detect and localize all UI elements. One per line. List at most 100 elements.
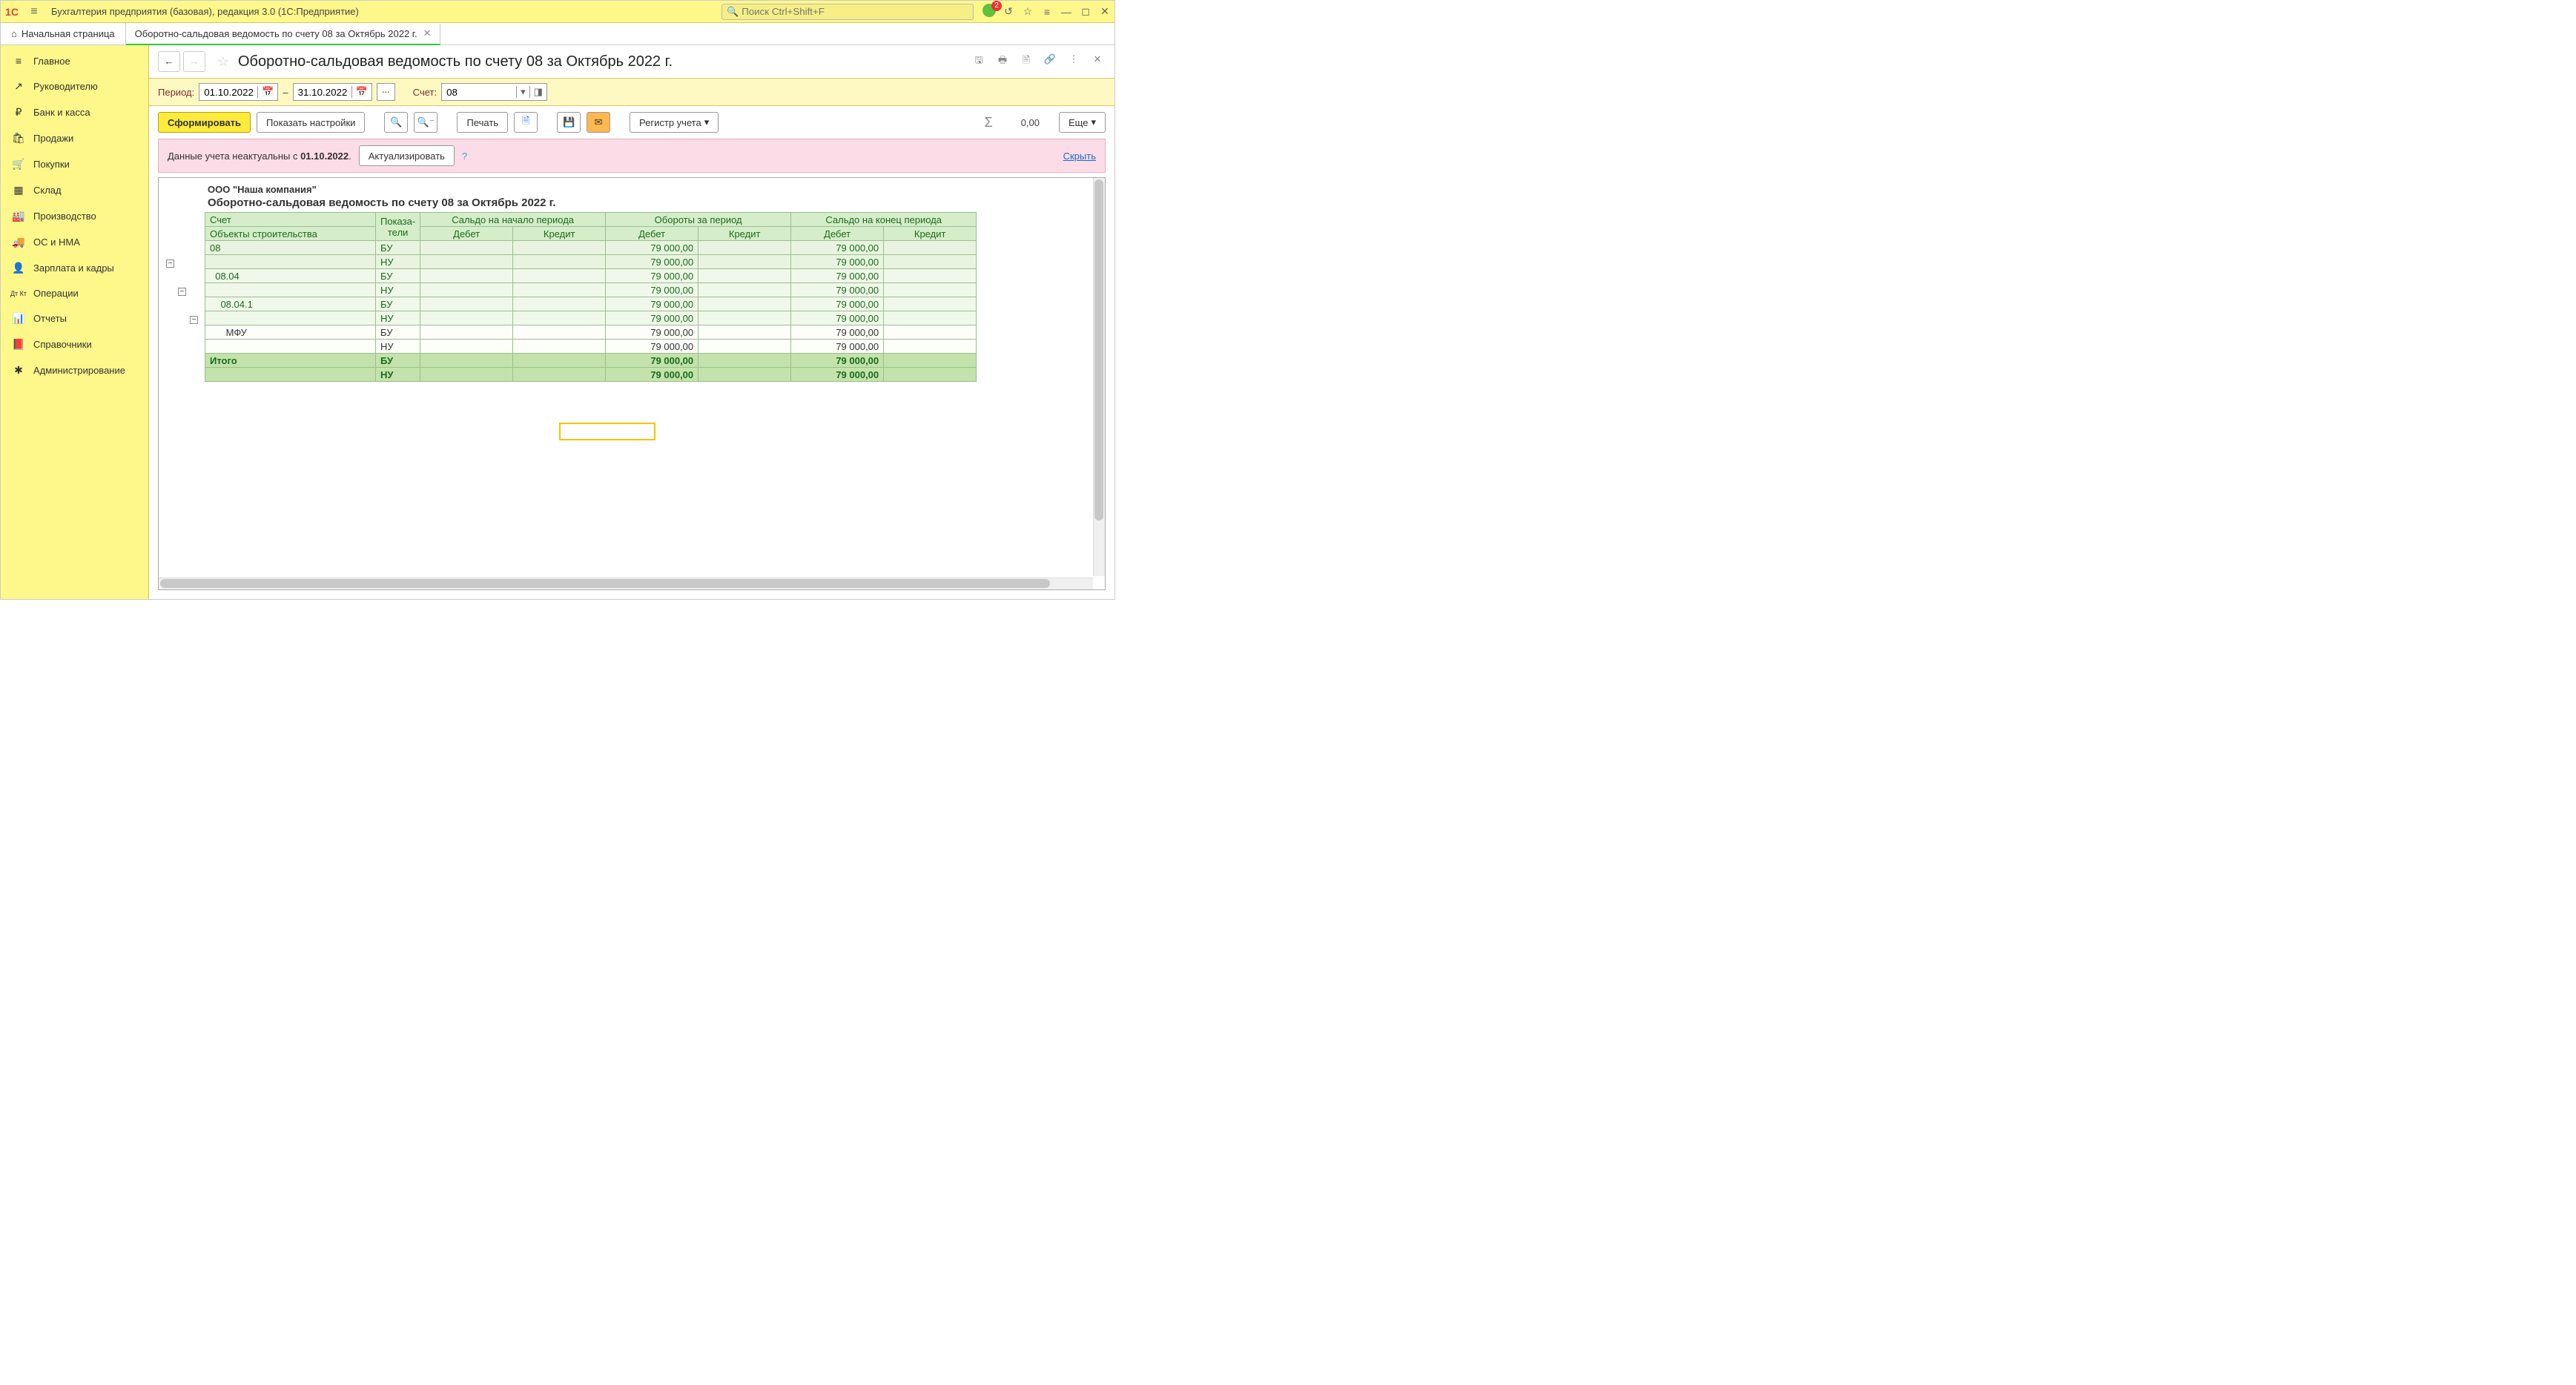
table-row[interactable]: НУ79 000,0079 000,00 — [205, 368, 977, 382]
cell[interactable]: 79 000,00 — [606, 269, 699, 283]
cell[interactable]: 79 000,00 — [791, 325, 884, 340]
cell[interactable] — [513, 354, 606, 368]
cell[interactable]: 79 000,00 — [791, 255, 884, 269]
cell[interactable] — [420, 354, 513, 368]
sidebar-item-6[interactable]: 🏭Производство — [1, 203, 148, 229]
nav-back-button[interactable]: ← — [158, 51, 180, 72]
favorite-icon[interactable]: ☆ — [1018, 5, 1037, 18]
cell[interactable] — [699, 311, 791, 325]
cell[interactable] — [513, 255, 606, 269]
help-icon[interactable]: ? — [462, 151, 467, 162]
calendar-from-icon[interactable]: 📅 — [257, 86, 277, 98]
table-row[interactable]: НУ79 000,0079 000,00 — [205, 283, 977, 297]
cell[interactable]: 79 000,00 — [606, 255, 699, 269]
cell[interactable] — [699, 368, 791, 382]
cell[interactable] — [420, 269, 513, 283]
global-search[interactable]: 🔍 — [721, 4, 974, 20]
sidebar-item-4[interactable]: 🛒Покупки — [1, 151, 148, 177]
cell[interactable]: 08.04.1 — [205, 297, 376, 311]
table-row[interactable]: 08БУ79 000,0079 000,00 — [205, 241, 977, 255]
cell[interactable]: БУ — [376, 269, 420, 283]
cell[interactable] — [699, 255, 791, 269]
cell[interactable]: 79 000,00 — [606, 283, 699, 297]
cell[interactable] — [699, 283, 791, 297]
menu-lines-icon[interactable]: ≡ — [1037, 6, 1057, 18]
cell[interactable]: 79 000,00 — [606, 354, 699, 368]
cell[interactable] — [420, 255, 513, 269]
cell[interactable]: 79 000,00 — [791, 340, 884, 354]
account-dropdown-icon[interactable]: ▾ — [516, 86, 529, 98]
cell[interactable] — [699, 241, 791, 255]
cell[interactable]: 79 000,00 — [606, 297, 699, 311]
table-row[interactable]: МФУБУ 79 000,00 79 000,00 — [205, 325, 977, 340]
main-menu-icon[interactable]: ≡ — [23, 5, 45, 19]
cell[interactable]: 79 000,00 — [606, 368, 699, 382]
cell[interactable] — [884, 354, 977, 368]
date-from-field[interactable] — [199, 87, 257, 98]
cell[interactable] — [513, 297, 606, 311]
cell[interactable] — [884, 325, 977, 340]
tree-toggle-1[interactable]: − — [166, 260, 174, 268]
sidebar-item-7[interactable]: 🚚ОС и НМА — [1, 229, 148, 255]
sidebar-item-3[interactable]: 🛍Продажи — [1, 125, 148, 151]
cell[interactable]: НУ — [376, 340, 420, 354]
notifications-button[interactable]: 2 — [980, 4, 999, 19]
cell[interactable] — [513, 325, 606, 340]
report-viewport[interactable]: − − − ООО "Наша компания" Оборотно-сальд… — [158, 177, 1106, 590]
cell[interactable]: 79 000,00 — [606, 325, 699, 340]
tree-toggle-3[interactable]: − — [190, 316, 198, 324]
print-preview-icon[interactable]: 🗎 — [514, 112, 538, 133]
print-header-icon[interactable]: 🖶 — [994, 53, 1011, 70]
cell[interactable] — [420, 368, 513, 382]
account-open-icon[interactable]: ◨ — [529, 86, 546, 98]
cell[interactable]: 79 000,00 — [791, 241, 884, 255]
date-to-input[interactable]: 📅 — [293, 83, 372, 101]
cell[interactable]: 79 000,00 — [791, 311, 884, 325]
search-input[interactable] — [742, 6, 968, 17]
cell[interactable] — [699, 340, 791, 354]
cell[interactable]: БУ — [376, 297, 420, 311]
email-icon[interactable]: ✉ — [587, 112, 610, 133]
cell[interactable] — [513, 241, 606, 255]
cell[interactable] — [420, 325, 513, 340]
cell[interactable]: 79 000,00 — [791, 354, 884, 368]
horizontal-scroll-thumb[interactable] — [160, 579, 1050, 588]
cell[interactable] — [884, 368, 977, 382]
table-row[interactable]: 08.04.1БУ79 000,0079 000,00 — [205, 297, 977, 311]
form-button[interactable]: Сформировать — [158, 112, 251, 133]
save-disk-icon[interactable]: 💾 — [557, 112, 581, 133]
cell[interactable] — [205, 283, 376, 297]
zoom-reset-icon[interactable]: 🔍⁻ — [414, 112, 437, 133]
cell[interactable] — [205, 255, 376, 269]
cell[interactable]: 79 000,00 — [606, 311, 699, 325]
cell[interactable] — [699, 297, 791, 311]
sidebar-item-0[interactable]: ≡Главное — [1, 48, 148, 73]
actualize-button[interactable]: Актуализировать — [359, 145, 455, 166]
cell[interactable]: БУ — [376, 325, 420, 340]
period-picker-button[interactable]: ... — [377, 83, 395, 101]
cell[interactable] — [884, 255, 977, 269]
table-row[interactable]: 08.04БУ79 000,0079 000,00 — [205, 269, 977, 283]
cell[interactable] — [420, 241, 513, 255]
cell[interactable] — [420, 340, 513, 354]
sidebar-item-8[interactable]: 👤Зарплата и кадры — [1, 255, 148, 281]
cell[interactable]: БУ — [376, 354, 420, 368]
active-tab[interactable]: Оборотно-сальдовая ведомость по счету 08… — [126, 24, 441, 45]
date-from-input[interactable]: 📅 — [199, 83, 278, 101]
sidebar-item-5[interactable]: ▦Склад — [1, 177, 148, 203]
cell[interactable] — [884, 241, 977, 255]
cell[interactable]: НУ — [376, 311, 420, 325]
cell[interactable]: 08.04 — [205, 269, 376, 283]
cell[interactable] — [884, 311, 977, 325]
cell[interactable] — [884, 269, 977, 283]
maximize-icon[interactable]: ◻ — [1076, 5, 1095, 18]
table-row[interactable]: НУ 79 000,00 79 000,00 — [205, 311, 977, 325]
cell[interactable]: 79 000,00 — [606, 241, 699, 255]
cell[interactable] — [513, 283, 606, 297]
table-row[interactable]: НУ79 000,0079 000,00 — [205, 255, 977, 269]
close-window-icon[interactable]: ✕ — [1095, 5, 1114, 18]
hide-link[interactable]: Скрыть — [1063, 151, 1096, 162]
sidebar-item-10[interactable]: 📊Отчеты — [1, 305, 148, 331]
cell[interactable]: МФУ — [205, 325, 376, 340]
vertical-scroll-thumb[interactable] — [1094, 179, 1103, 520]
